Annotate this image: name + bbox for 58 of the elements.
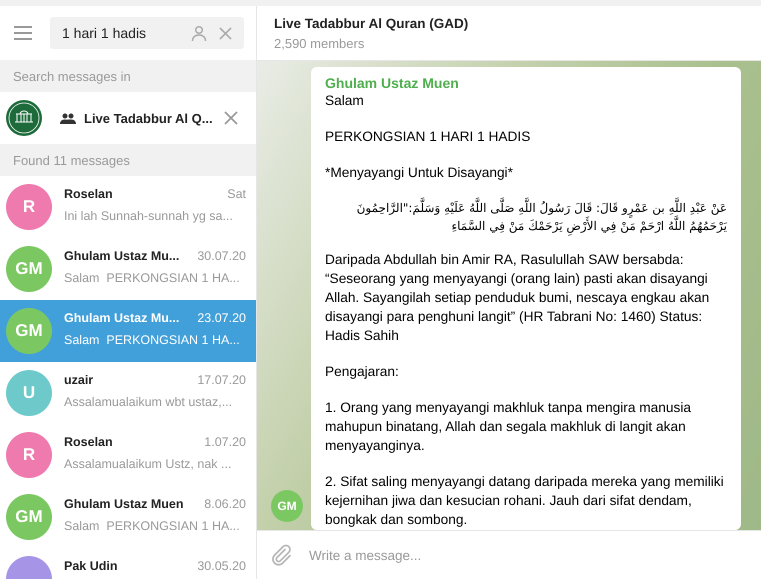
message-preview: Assalamualaikum Ustz, nak ... xyxy=(64,457,232,471)
message-date: 23.07.20 xyxy=(197,311,246,325)
message-date: 17.07.20 xyxy=(197,373,246,387)
avatar: U xyxy=(6,370,52,416)
message-preview: Salam PERKONGSIAN 1 HA... xyxy=(64,271,241,285)
search-result[interactable]: Pak Udin 30.05.20 xyxy=(0,548,256,579)
person-icon[interactable] xyxy=(191,25,207,41)
message-preview: Salam PERKONGSIAN 1 HA... xyxy=(64,333,241,347)
message-date: 30.05.20 xyxy=(197,559,246,573)
paperclip-icon[interactable] xyxy=(269,543,293,567)
message-input[interactable]: Write a message... xyxy=(309,548,749,562)
results-count: Found 11 messages xyxy=(13,152,130,168)
message-date: 30.07.20 xyxy=(197,249,246,263)
contact-name: Ghulam Ustaz Muen xyxy=(64,497,184,511)
avatar: R xyxy=(6,184,52,230)
message-preview: Ini lah Sunnah-sunnah yg sa... xyxy=(64,209,234,223)
message-text: 1. Orang yang menyayangi makhluk tanpa mengira manusia mahupun binatang, Allah dan segala makhluk di langit akan menyayanginya. xyxy=(325,399,692,455)
contact-name: Ghulam Ustaz Mu... xyxy=(64,249,180,263)
contact-name: Pak Udin xyxy=(64,559,118,573)
search-input[interactable]: 1 hari 1 hadis xyxy=(62,25,179,41)
message-preview: Salam PERKONGSIAN 1 HA... xyxy=(64,519,241,533)
message-date: 8.06.20 xyxy=(204,497,246,511)
contact-name: Roselan xyxy=(64,187,113,201)
group-icon xyxy=(60,112,76,124)
message-composer[interactable]: Write a message... xyxy=(257,530,761,579)
sender-name: Ghulam Ustaz Muen xyxy=(325,75,460,91)
chat-name: Live Tadabbur Al Q... xyxy=(84,110,214,126)
message-date: 1.07.20 xyxy=(204,435,246,449)
contact-name: uzair xyxy=(64,373,94,387)
search-result[interactable]: GM Ghulam Ustaz Muen 8.06.20 Salam PERKONGSIAN 1 HA... xyxy=(0,486,256,548)
search-result[interactable]: R Roselan Sat Ini lah Sunnah-sunnah yg sa... xyxy=(0,176,256,238)
member-count: 2,590 members xyxy=(274,36,366,50)
search-field[interactable]: 1 hari 1 hadis xyxy=(50,17,244,49)
search-result[interactable]: GM Ghulam Ustaz Mu... 30.07.20 Salam PERKONGSIAN 1 HA... xyxy=(0,238,256,300)
arabic-text: عَنْ عَبْدِ اللَّهِ بن عَمْرٍو قَالَ: قَالَ رَسُولُ اللَّهِ صَلَّى اللَّهُ عَلَيْهِ وَسَلَّمَ:"الرَّاحِمُونَ يَرْحَمُهُمُ اللَّهُ ارْحَمْ مَنْ فِي الأَرْضِ يَرْحَمْكَ مَنْ فِي السَّمَاءِ xyxy=(325,199,727,235)
message-preview: Assalamualaikum wbt ustaz,... xyxy=(64,395,234,409)
avatar: GM xyxy=(271,490,303,522)
chat-title: Live Tadabbur Al Quran (GAD) xyxy=(274,16,470,30)
group-logo-icon xyxy=(6,100,42,136)
contact-name: Roselan xyxy=(64,435,113,449)
message-text: Salam xyxy=(325,92,365,110)
contact-name: Ghulam Ustaz Mu... xyxy=(64,311,180,325)
message-text: 2. Sifat saling menyayangi datang daripada mereka yang memiliki kejernihan jiwa dan kesucian rohani. Jauh dari sifat dendam, bongkak dan sombong. xyxy=(325,473,725,529)
close-icon[interactable] xyxy=(224,111,238,125)
message-text: PERKONGSIAN 1 HARI 1 HADIS xyxy=(325,128,532,146)
search-result[interactable]: U uzair 17.07.20 Assalamualaikum wbt ustaz,... xyxy=(0,362,256,424)
message-text: Daripada Abdullah bin Amir RA, Rasulullah SAW bersabda: “Seseorang yang menyayangi (orang lain) pasti akan disayangi Allah. Sayangilah setiap penduduk bumi, nescaya engkau akan disayangi para penghuni langit” (HR Tabrani No: 1460) Status: Hadis Sahih xyxy=(325,251,710,345)
close-icon[interactable] xyxy=(219,26,232,40)
avatar: GM xyxy=(6,246,52,292)
message-text: *Menyayangi Untuk Disayangi* xyxy=(325,164,514,182)
menu-icon[interactable] xyxy=(14,26,32,40)
avatar: GM xyxy=(6,494,52,540)
search-result[interactable]: R Roselan 1.07.20 Assalamualaikum Ustz, nak ... xyxy=(0,424,256,486)
avatar: R xyxy=(6,432,52,478)
message-text: Pengajaran: xyxy=(325,363,400,381)
section-label: Search messages in xyxy=(13,68,131,84)
avatar: GM xyxy=(6,308,52,354)
message-date: Sat xyxy=(227,187,246,201)
